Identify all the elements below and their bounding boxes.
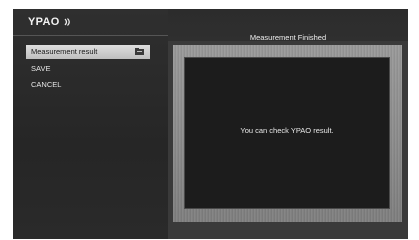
brand-text: YPAO	[28, 16, 60, 28]
menu-item-cancel[interactable]: CANCEL	[26, 78, 150, 92]
sound-waves-icon	[64, 18, 70, 27]
menu-item-label: SAVE	[31, 63, 51, 73]
panel-title: Measurement Finished	[249, 33, 327, 42]
menu-item-measurement-result[interactable]: Measurement result	[26, 45, 150, 59]
left-menu-panel: YPAO Measurement result SAVE CANCEL	[13, 9, 168, 239]
menu-item-save[interactable]: SAVE	[26, 62, 150, 76]
message-box: You can check YPAO result.	[184, 57, 390, 209]
folder-icon	[135, 48, 144, 55]
result-panel: Measurement Finished You can check YPAO …	[168, 9, 408, 239]
status-message: You can check YPAO result.	[240, 126, 334, 135]
ypao-screen: YPAO Measurement result SAVE CANCEL Meas…	[13, 9, 408, 239]
menu-item-label: CANCEL	[31, 80, 62, 89]
menu-list: Measurement result SAVE CANCEL	[26, 45, 150, 95]
menu-item-label: Measurement result	[31, 47, 98, 56]
brand-logo: YPAO	[28, 16, 72, 28]
display-frame: You can check YPAO result.	[173, 45, 402, 222]
brand-divider	[13, 35, 168, 36]
